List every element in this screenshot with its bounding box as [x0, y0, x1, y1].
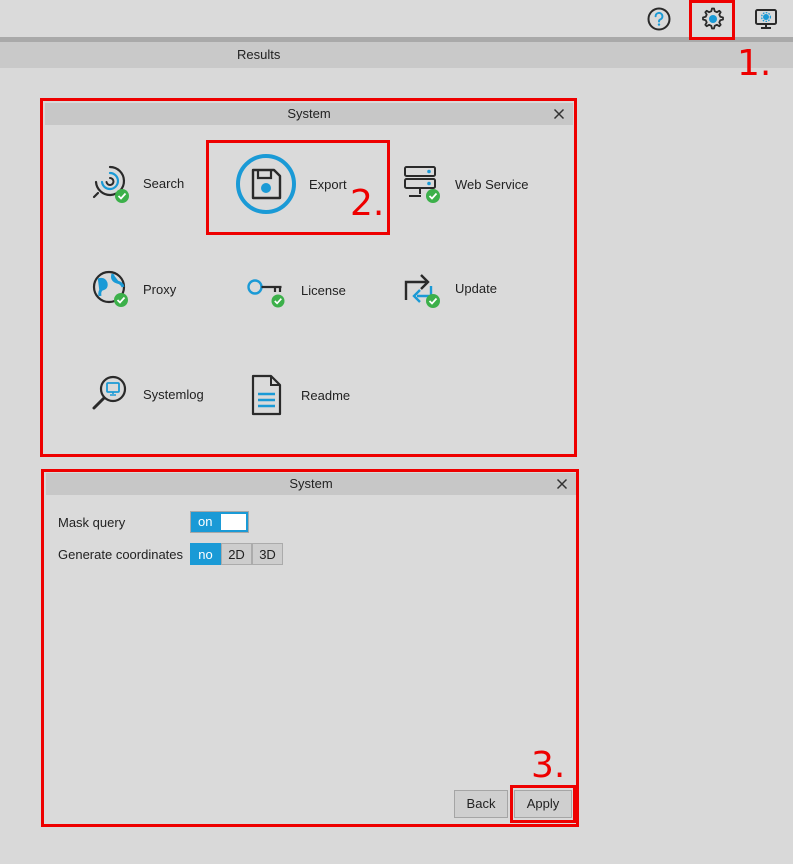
generate-coordinates-label: Generate coordinates	[58, 547, 184, 562]
system-menu-panel: System Search Export Web Service Proxy L…	[45, 103, 573, 453]
annotation-step-3: 3.	[531, 745, 566, 786]
results-tab[interactable]: Results	[237, 47, 280, 62]
annotation-step-2: 2.	[350, 183, 385, 224]
menu-item-systemlog[interactable]: Systemlog	[89, 373, 204, 415]
close-icon	[553, 108, 565, 120]
menu-item-export[interactable]: Export	[235, 153, 347, 215]
menu-item-license-label: License	[301, 282, 346, 298]
menu-item-proxy[interactable]: Proxy	[89, 268, 176, 310]
menu-item-systemlog-label: Systemlog	[143, 386, 204, 402]
monitor-gear-icon	[755, 9, 777, 29]
monitor-settings-button[interactable]	[752, 5, 780, 33]
results-tab-strip	[0, 42, 793, 68]
magnifier-monitor-icon	[92, 375, 127, 410]
coordinates-option-3d[interactable]: 3D	[252, 543, 283, 565]
question-circle-icon	[647, 7, 671, 31]
back-button[interactable]: Back	[454, 790, 508, 818]
menu-item-readme-label: Readme	[301, 387, 351, 403]
update-arrows-icon	[404, 274, 440, 308]
apply-button[interactable]: Apply	[514, 790, 572, 818]
mask-query-toggle[interactable]: on	[190, 511, 249, 533]
system-menu-title: System	[45, 103, 573, 125]
menu-item-license[interactable]: License	[245, 271, 346, 309]
annotation-step-1: 1.	[737, 43, 772, 84]
generate-coordinates-selector: no 2D 3D	[190, 543, 283, 565]
top-toolbar	[0, 0, 793, 37]
menu-item-web-service[interactable]: Web Service	[401, 163, 528, 205]
help-button[interactable]	[645, 5, 673, 33]
menu-item-proxy-label: Proxy	[143, 281, 177, 297]
menu-item-update[interactable]: Update	[401, 266, 497, 310]
settings-button[interactable]	[698, 5, 726, 33]
globe-icon	[92, 270, 128, 307]
search-spiral-icon	[92, 165, 129, 203]
floppy-disk-icon	[236, 154, 296, 214]
mask-query-label: Mask query	[58, 515, 126, 530]
server-icon	[404, 166, 440, 203]
menu-item-readme[interactable]: Readme	[245, 373, 350, 417]
menu-item-web-service-label: Web Service	[455, 176, 529, 192]
export-settings-panel: System Mask query on Generate coordinate…	[46, 473, 576, 823]
menu-item-export-label: Export	[309, 176, 347, 192]
coordinates-option-2d[interactable]: 2D	[221, 543, 252, 565]
export-settings-title: System	[46, 473, 576, 495]
export-settings-close-button[interactable]	[554, 476, 570, 492]
close-icon	[556, 478, 568, 490]
system-menu-close-button[interactable]	[551, 106, 567, 122]
coordinates-option-no[interactable]: no	[190, 543, 221, 565]
key-icon	[247, 279, 285, 308]
toggle-knob	[219, 512, 248, 532]
menu-item-search-label: Search	[143, 175, 185, 191]
menu-item-update-label: Update	[455, 280, 497, 296]
menu-item-search[interactable]: Search	[89, 161, 184, 205]
document-icon	[251, 374, 282, 416]
mask-query-toggle-state: on	[191, 512, 220, 532]
gear-icon	[702, 7, 724, 30]
